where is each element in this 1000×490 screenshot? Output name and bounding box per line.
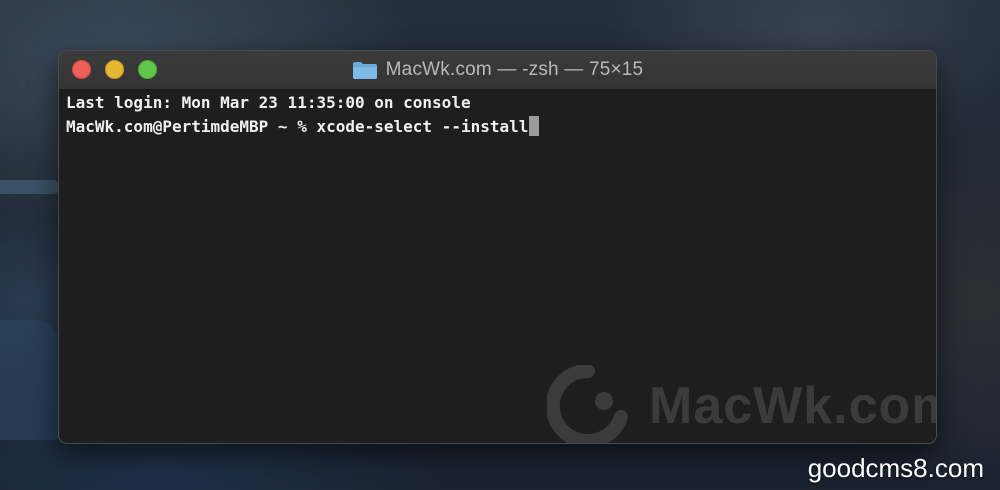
- watermark: MacWk.com: [545, 351, 936, 443]
- text-cursor: [529, 116, 540, 136]
- window-title-group: MacWk.com — -zsh — 75×15: [59, 51, 936, 89]
- title-bar[interactable]: MacWk.com — -zsh — 75×15: [59, 51, 936, 90]
- folder-icon: [352, 60, 378, 80]
- last-login-line: Last login: Mon Mar 23 11:35:00 on conso…: [66, 93, 471, 112]
- typed-command: xcode-select --install: [316, 117, 529, 136]
- wallpaper-water-lower: [0, 320, 62, 440]
- command-line[interactable]: MacWk.com@PertimdeMBP ~ % xcode-select -…: [66, 115, 926, 139]
- wallpaper-water: [0, 180, 60, 194]
- watermark-text: MacWk.com: [649, 377, 936, 435]
- terminal-window[interactable]: MacWk.com — -zsh — 75×15 Last login: Mon…: [59, 51, 936, 443]
- macwk-logo-icon: [545, 363, 629, 443]
- window-title: MacWk.com — -zsh — 75×15: [385, 59, 644, 80]
- site-caption: goodcms8.com: [807, 453, 984, 483]
- shell-prompt: MacWk.com@PertimdeMBP ~ %: [66, 117, 317, 136]
